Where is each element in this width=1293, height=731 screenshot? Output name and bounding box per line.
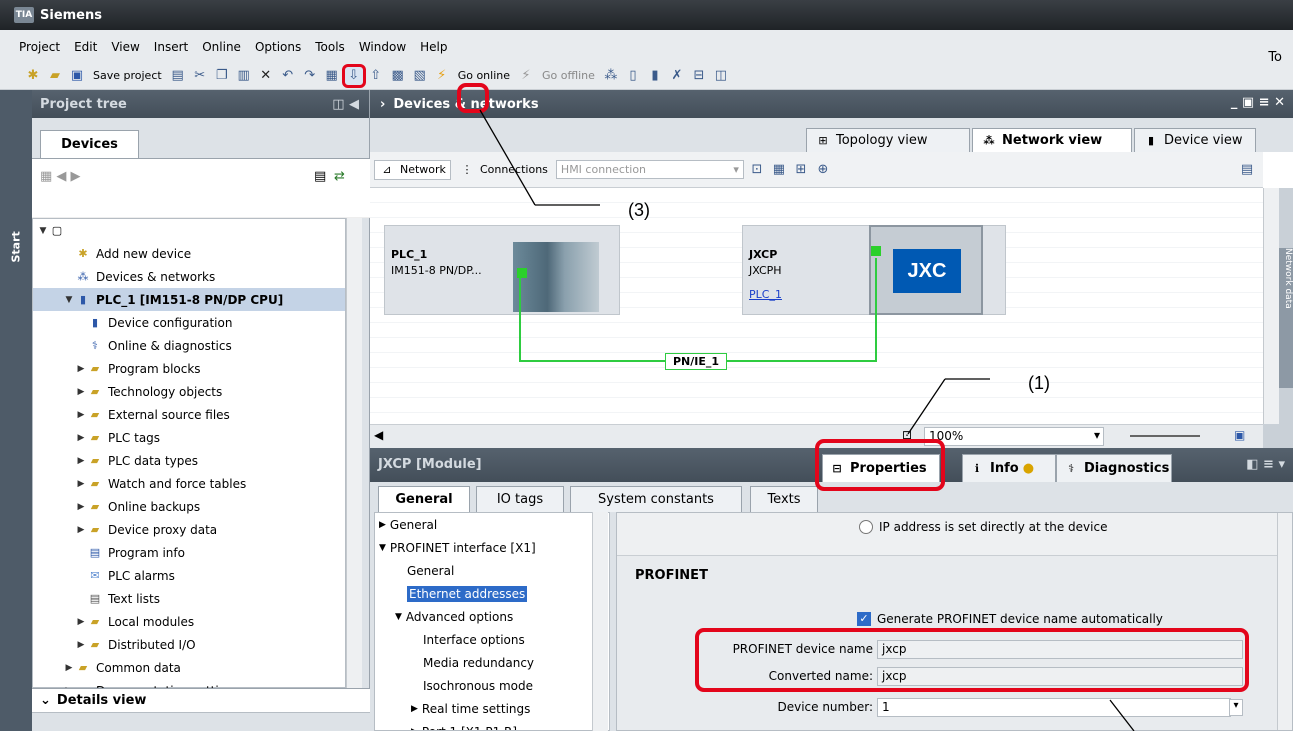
annotation-3: (3) bbox=[628, 200, 650, 220]
annotation-lines bbox=[479, 109, 1135, 731]
annotation-1: (1) bbox=[1028, 373, 1050, 393]
